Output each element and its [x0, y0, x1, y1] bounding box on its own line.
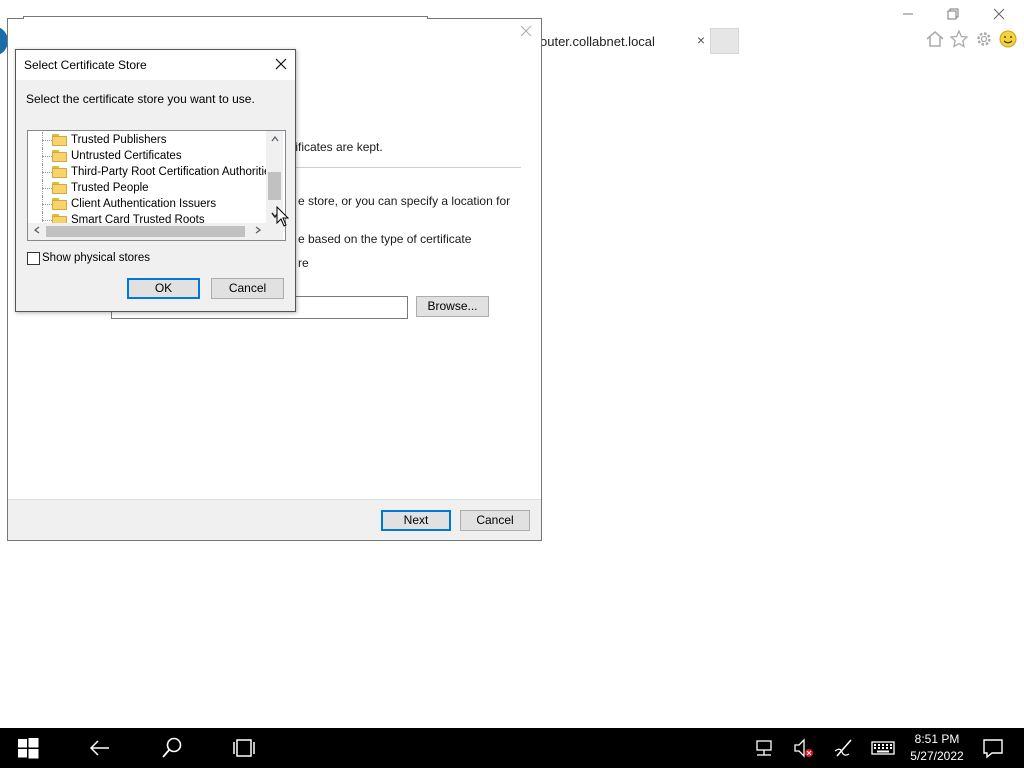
search-icon[interactable]	[160, 736, 184, 760]
star-icon[interactable]	[949, 29, 969, 49]
wizard-specify-text: e store, or you can specify a location f…	[298, 194, 511, 208]
folder-icon	[52, 198, 67, 210]
clock-time: 8:51 PM	[914, 732, 960, 746]
scroll-up-icon[interactable]	[266, 131, 283, 148]
browser-tab[interactable]: outer.collabnet.local ×	[536, 28, 712, 54]
show-physical-stores-checkbox[interactable]	[27, 252, 40, 265]
gear-icon[interactable]	[974, 29, 994, 49]
tree-item[interactable]: Client Authentication Issuers	[28, 196, 266, 212]
back-icon[interactable]	[88, 736, 112, 760]
browse-button[interactable]: Browse...	[416, 296, 489, 317]
dialog-close-icon[interactable]	[270, 54, 292, 76]
show-physical-stores-label[interactable]: Show physical stores	[42, 252, 150, 264]
wizard-footer: Next Cancel	[8, 499, 541, 540]
ok-button[interactable]: OK	[127, 278, 200, 299]
notification-icon[interactable]	[981, 736, 1005, 760]
windows-start-icon[interactable]	[16, 736, 40, 760]
taskbar-clock[interactable]: 8:51 PM 5/27/2022	[898, 731, 976, 765]
tree-item[interactable]: Third-Party Root Certification Authoriti…	[28, 164, 276, 180]
vertical-scroll-thumb[interactable]	[268, 172, 281, 200]
new-tab-button[interactable]	[710, 28, 739, 54]
clock-date: 5/27/2022	[910, 749, 964, 763]
wizard-cancel-button[interactable]: Cancel	[460, 510, 530, 531]
task-view-icon[interactable]	[232, 736, 256, 760]
tab-close-icon[interactable]: ×	[692, 30, 710, 50]
volume-muted-icon[interactable]	[792, 736, 816, 760]
keyboard-icon[interactable]	[871, 736, 895, 760]
wizard-top-strip	[23, 16, 428, 19]
wizard-place-store-option[interactable]: re	[298, 256, 309, 270]
dialog-title: Select Certificate Store	[24, 58, 147, 72]
tree-item[interactable]: Untrusted Certificates	[28, 148, 266, 164]
wizard-description-text: rtificates are kept.	[288, 140, 383, 154]
wizard-auto-select-option[interactable]: e based on the type of certificate	[298, 232, 471, 246]
dialog-cancel-button[interactable]: Cancel	[211, 278, 284, 299]
browser-tab-title: outer.collabnet.local	[540, 34, 655, 49]
mouse-cursor-icon	[276, 205, 290, 228]
select-certificate-store-dialog: Select Certificate Store Select the cert…	[15, 49, 296, 312]
restore-icon[interactable]	[938, 4, 968, 26]
folder-icon	[52, 150, 67, 162]
tree-item[interactable]: Trusted People	[28, 180, 266, 196]
folder-icon	[52, 134, 67, 146]
next-button[interactable]: Next	[381, 510, 451, 531]
close-icon[interactable]	[984, 4, 1014, 26]
minimize-icon[interactable]	[893, 4, 923, 26]
network-icon[interactable]	[752, 736, 776, 760]
tree-horizontal-scrollbar[interactable]	[28, 223, 266, 240]
home-icon[interactable]	[925, 29, 945, 49]
taskbar: 8:51 PM 5/27/2022	[0, 728, 1024, 768]
dialog-titlebar[interactable]: Select Certificate Store	[16, 50, 295, 80]
folder-icon	[52, 166, 67, 178]
folder-icon	[52, 182, 67, 194]
wizard-separator	[288, 167, 521, 168]
horizontal-scroll-thumb[interactable]	[46, 226, 245, 237]
dialog-instruction: Select the certificate store you want to…	[26, 92, 255, 106]
wizard-close-icon[interactable]	[518, 25, 534, 41]
pen-icon[interactable]	[832, 736, 856, 760]
scroll-right-icon[interactable]	[249, 223, 266, 240]
certificate-store-tree[interactable]: Trusted Publishers Untrusted Certificate…	[27, 130, 286, 241]
smiley-icon[interactable]	[998, 29, 1018, 49]
scroll-left-icon[interactable]	[28, 223, 45, 240]
tree-item[interactable]: Trusted Publishers	[28, 132, 266, 148]
